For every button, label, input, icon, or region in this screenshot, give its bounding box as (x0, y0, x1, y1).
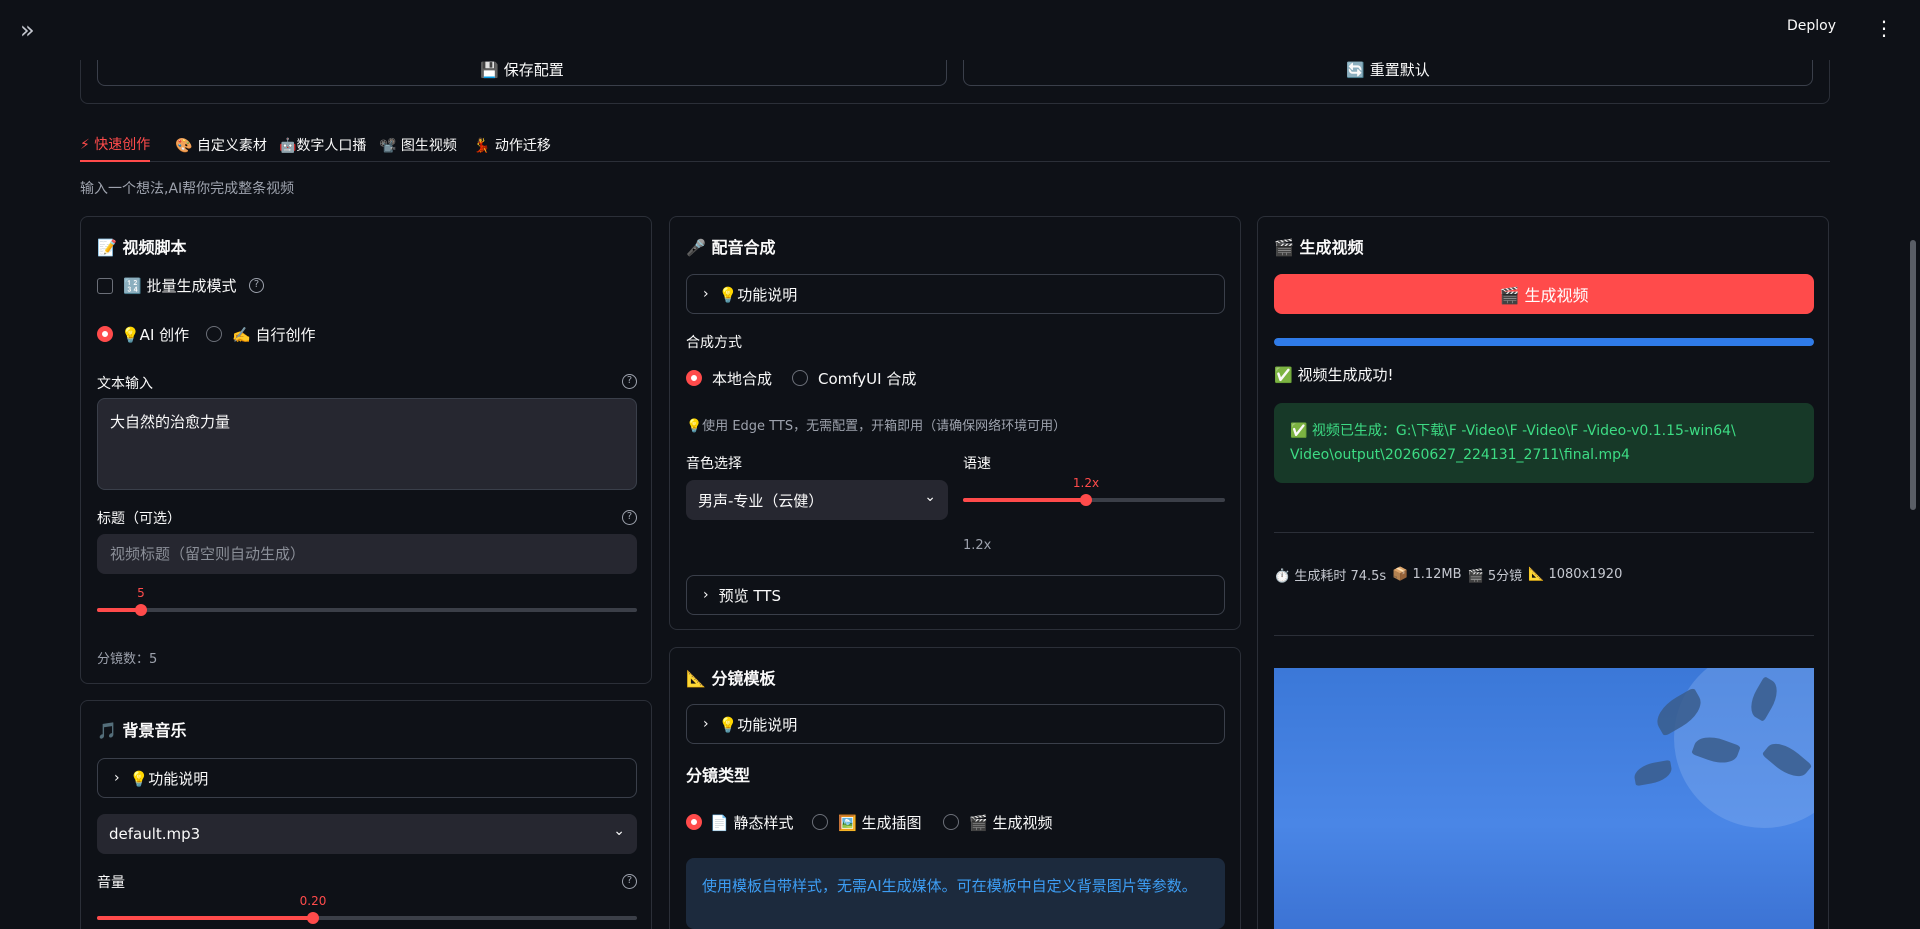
output-prefix: ✅ 视频已生成： (1290, 423, 1396, 439)
title-input[interactable] (97, 534, 637, 574)
bgm-select[interactable]: default.mp3 ⌄ (97, 814, 637, 854)
type-image-label: 🖼️ 生成插图 (838, 814, 922, 832)
main-menu-icon[interactable]: ⋮ (1874, 16, 1894, 40)
volume-slider-fill (97, 916, 313, 920)
type-image-radio[interactable] (812, 814, 828, 830)
volume-help-icon[interactable]: ? (622, 874, 637, 889)
tab-motion-transfer[interactable]: 💃 动作迁移 (473, 128, 551, 162)
tab-custom-assets[interactable]: 🎨 自定义素材 (175, 128, 267, 162)
bgm-card-title: 🎵 背景音乐 (97, 721, 187, 740)
output-success-box: ✅ 视频已生成：G:\下载\F -Video\F -Video\F -Video… (1274, 403, 1814, 483)
type-static-label: 📄 静态样式 (710, 814, 794, 832)
scene-count-text: 分镜数：5 (97, 652, 158, 667)
batch-mode-label: 🔢 批量生成模式 (123, 277, 237, 295)
mode-self-radio[interactable] (206, 326, 222, 342)
volume-slider[interactable]: 0.20 (97, 894, 637, 924)
title-help-icon[interactable]: ? (622, 510, 637, 525)
chevron-right-icon: › (703, 587, 709, 603)
chevron-right-icon: › (114, 770, 120, 786)
type-video-radio[interactable] (943, 814, 959, 830)
page-scrollbar[interactable] (1910, 240, 1916, 510)
template-info-box: 使用模板自带样式，无需AI生成媒体。可在模板中自定义背景图片等参数。 (686, 858, 1225, 929)
preview-tts-label: 预览 TTS (718, 586, 781, 605)
method-comfy-radio[interactable] (792, 370, 808, 386)
voice-label: 音色选择 (686, 456, 742, 472)
batch-mode-checkbox[interactable] (97, 278, 113, 294)
success-title: ✅ 视频生成成功! (1274, 366, 1394, 384)
preview-tts-expander[interactable]: › 预览 TTS (686, 575, 1225, 615)
scene-slider-value: 5 (137, 586, 145, 600)
chevron-right-icon: › (703, 286, 709, 302)
expand-sidebar-icon[interactable]: » (20, 17, 46, 43)
volume-label: 音量 (97, 875, 125, 891)
generate-video-button[interactable]: 🎬 生成视频 (1274, 274, 1814, 314)
speed-slider-value: 1.2x (1072, 476, 1100, 490)
scene-type-label: 分镜类型 (686, 766, 751, 785)
progress-fill (1274, 338, 1814, 346)
mode-ai-label: 💡AI 创作 (121, 326, 190, 344)
mode-self-label: ✍️ 自行创作 (232, 326, 316, 344)
template-card-title: 📐 分镜模板 (686, 669, 776, 688)
stat-resolution: 📐 1080x1920 (1528, 567, 1623, 582)
tab-digital-human[interactable]: 🤖数字人口播 (279, 128, 366, 162)
bgm-select-value: default.mp3 (109, 825, 201, 843)
generation-progress-bar (1274, 338, 1814, 346)
volume-slider-thumb[interactable] (307, 912, 319, 924)
tab-quick-create[interactable]: ⚡ 快速创作 (80, 128, 151, 162)
method-comfy-label: ComfyUI 合成 (818, 370, 917, 388)
generation-stats: ⏱️ 生成耗时 74.5s 📦 1.12MB 🎬 5分镜 📐 1080x1920 (1274, 565, 1622, 584)
tab-bar: ⚡ 快速创作 🎨 自定义素材 🤖数字人口播 📽️ 图生视频 💃 动作迁移 (80, 128, 1830, 162)
tab-image-to-video[interactable]: 📽️ 图生视频 (379, 128, 457, 162)
leaf-shape (1632, 759, 1674, 787)
deploy-button[interactable]: Deploy (1787, 18, 1836, 34)
script-card-title: 📝 视频脚本 (97, 238, 187, 257)
chevron-down-icon: ⌄ (924, 489, 936, 505)
type-static-radio[interactable] (686, 814, 702, 830)
text-input-area[interactable]: 大自然的治愈力量 (97, 398, 637, 490)
speed-caption: 1.2x (963, 538, 992, 553)
tts-card-title: 🎤 配音合成 (686, 238, 776, 257)
stat-time: ⏱️ 生成耗时 74.5s (1274, 569, 1387, 584)
text-input-help-icon[interactable]: ? (622, 374, 637, 389)
speed-label: 语速 (963, 456, 991, 472)
divider (1274, 635, 1814, 636)
method-local-radio[interactable] (686, 370, 702, 386)
video-card-title: 🎬 生成视频 (1274, 238, 1364, 257)
batch-help-icon[interactable]: ? (249, 278, 264, 293)
synthesis-method-label: 合成方式 (686, 335, 742, 351)
chevron-down-icon: ⌄ (613, 823, 625, 839)
speed-slider-thumb[interactable] (1080, 494, 1092, 506)
voice-select-value: 男声-专业（云健） (698, 491, 824, 510)
type-video-label: 🎬 生成视频 (969, 814, 1053, 832)
video-preview[interactable] (1274, 668, 1814, 929)
stat-scenes: 🎬 5分镜 (1467, 569, 1523, 584)
tts-hint: 💡使用 Edge TTS，无需配置，开箱即用（请确保网络环境可用） (686, 419, 1067, 434)
bgm-help-expander[interactable]: › 💡功能说明 (97, 758, 637, 798)
scene-count-slider[interactable]: 5 (97, 586, 637, 616)
speed-slider-fill (963, 498, 1086, 502)
template-help-expander[interactable]: › 💡功能说明 (686, 704, 1225, 744)
speed-slider[interactable]: 1.2x (963, 476, 1225, 506)
page-subtitle: 输入一个想法,AI帮你完成整条视频 (80, 181, 295, 197)
chevron-right-icon: › (703, 716, 709, 732)
top-bar: » Deploy ⋮ (0, 0, 1920, 60)
voice-select[interactable]: 男声-专业（云健） ⌄ (686, 480, 948, 520)
stat-size: 📦 1.12MB (1392, 567, 1462, 582)
mode-ai-radio[interactable] (97, 326, 113, 342)
template-help-label: 💡功能说明 (718, 715, 798, 734)
volume-slider-value: 0.20 (299, 894, 327, 908)
text-input-label: 文本输入 (97, 376, 153, 392)
tts-help-expander[interactable]: › 💡功能说明 (686, 274, 1225, 314)
method-local-label: 本地合成 (712, 370, 773, 388)
tts-help-label: 💡功能说明 (718, 285, 798, 304)
divider (1274, 532, 1814, 533)
scene-slider-thumb[interactable] (135, 604, 147, 616)
bgm-help-label: 💡功能说明 (129, 769, 209, 788)
title-label: 标题（可选） (97, 511, 181, 527)
